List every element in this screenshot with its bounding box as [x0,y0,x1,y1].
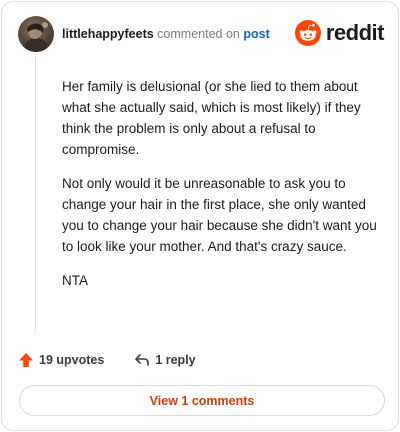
upvote-count: 19 upvotes [39,353,105,367]
post-link[interactable]: post [243,27,269,41]
comment-paragraph-1: Her family is delusional (or she lied to… [62,79,361,157]
reddit-logo[interactable]: reddit [294,18,385,48]
thread-line[interactable] [35,56,36,334]
upvote-arrow-icon [19,353,33,367]
reply-arrow-icon [135,354,150,366]
comment-header: littlehappyfeets commented on post reddi… [18,16,385,52]
avatar-image [25,22,48,52]
comment-paragraph-3: NTA [62,273,88,288]
upvote-button[interactable]: 19 upvotes [18,352,104,368]
avatar[interactable] [18,16,54,52]
comment-meta: littlehappyfeets commented on post [62,27,270,41]
comment-body: Her family is delusional (or she lied to… [62,76,380,304]
reply-button[interactable]: 1 reply [134,352,196,368]
comment-actions: 19 upvotes 1 reply [18,350,196,370]
reddit-snoo-icon [294,20,321,46]
view-comments-button[interactable]: View 1 comments [19,385,385,416]
reply-count: 1 reply [155,353,196,367]
commented-on-text: commented on [157,27,240,41]
reddit-wordmark: reddit [325,20,385,45]
comment-paragraph-2: Not only would it be unreasonable to ask… [62,176,377,254]
comment-card: littlehappyfeets commented on post reddi… [1,1,399,431]
username-link[interactable]: littlehappyfeets [62,27,154,41]
